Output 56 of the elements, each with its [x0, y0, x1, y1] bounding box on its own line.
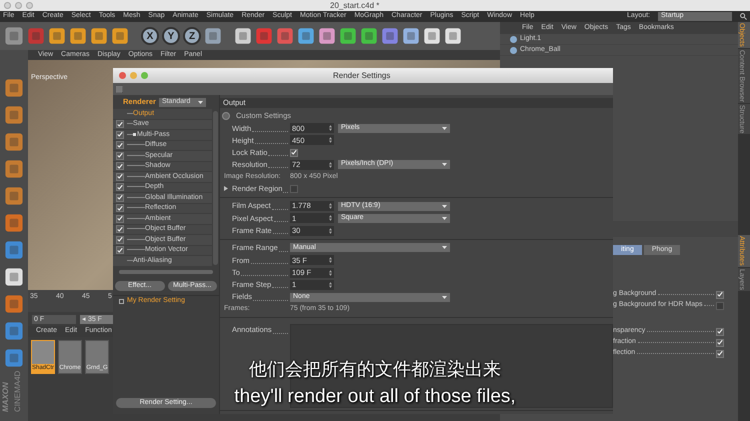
caret-icon	[442, 163, 447, 166]
dialog-title: Render Settings	[333, 70, 390, 82]
subtitle-chinese: 他们会把所有的文件都渲染出来	[249, 358, 501, 382]
preset-icon[interactable]	[222, 112, 230, 120]
horizontal-scrollbar[interactable]	[119, 270, 213, 274]
checkbox[interactable]	[290, 184, 298, 193]
stepper-arrows-icon[interactable]	[329, 257, 332, 264]
checkbox[interactable]	[716, 290, 724, 298]
checkbox[interactable]	[116, 194, 124, 202]
checkbox[interactable]	[116, 152, 124, 160]
stepper-arrows-icon[interactable]	[329, 137, 332, 144]
subtitle-english: they'll render out all of those files,	[234, 385, 516, 409]
checkbox[interactable]	[116, 246, 124, 254]
checkbox[interactable]	[116, 120, 124, 128]
checkbox[interactable]	[116, 172, 124, 181]
checkmark-icon	[717, 291, 723, 298]
checkbox[interactable]	[716, 302, 724, 310]
checkbox[interactable]	[116, 236, 124, 244]
checkbox[interactable]	[116, 183, 124, 192]
expand-arrow-icon[interactable]	[224, 186, 228, 192]
axis-lock-button[interactable]: Z	[183, 27, 201, 45]
stepper-arrows-icon[interactable]	[329, 215, 332, 222]
checkbox[interactable]	[116, 162, 124, 170]
caret-icon	[442, 296, 447, 299]
stepper-arrows-icon[interactable]	[329, 125, 332, 132]
checkbox[interactable]	[116, 214, 124, 223]
zoom-icon[interactable]	[141, 72, 148, 79]
brand-logo-text: MAXON	[0, 381, 11, 412]
checkbox[interactable]	[716, 328, 724, 336]
caret-icon	[442, 204, 447, 208]
axis-lock-button[interactable]: Y	[162, 27, 180, 45]
product-logo-text: CINEMA4D	[12, 370, 23, 412]
checkbox[interactable]	[116, 130, 124, 139]
checkbox[interactable]	[290, 148, 298, 157]
window-title: 20_start.c4d *	[330, 0, 380, 12]
checkbox[interactable]	[116, 141, 124, 150]
caret-icon	[198, 100, 203, 104]
checkbox[interactable]	[716, 338, 724, 346]
checkbox[interactable]	[116, 204, 124, 212]
caret-icon	[442, 246, 447, 250]
stepper-arrows-icon[interactable]	[329, 270, 332, 276]
checkbox[interactable]	[116, 225, 124, 234]
expand-icon[interactable]	[133, 133, 136, 136]
stepper-arrows-icon[interactable]	[329, 228, 332, 234]
axis-lock-button[interactable]: X	[141, 27, 159, 45]
search-icon[interactable]	[740, 13, 747, 20]
checkmark-icon	[291, 149, 297, 156]
setting-icon	[119, 299, 124, 304]
stepper-arrows-icon[interactable]	[329, 162, 332, 168]
checkbox[interactable]	[716, 350, 724, 358]
stepper-arrows-icon[interactable]	[329, 282, 332, 288]
caret-icon	[442, 216, 447, 220]
caret-icon	[442, 126, 447, 130]
close-icon[interactable]	[119, 72, 126, 79]
stepper-arrows-icon[interactable]	[329, 203, 332, 210]
scrollbar[interactable]	[213, 111, 218, 264]
